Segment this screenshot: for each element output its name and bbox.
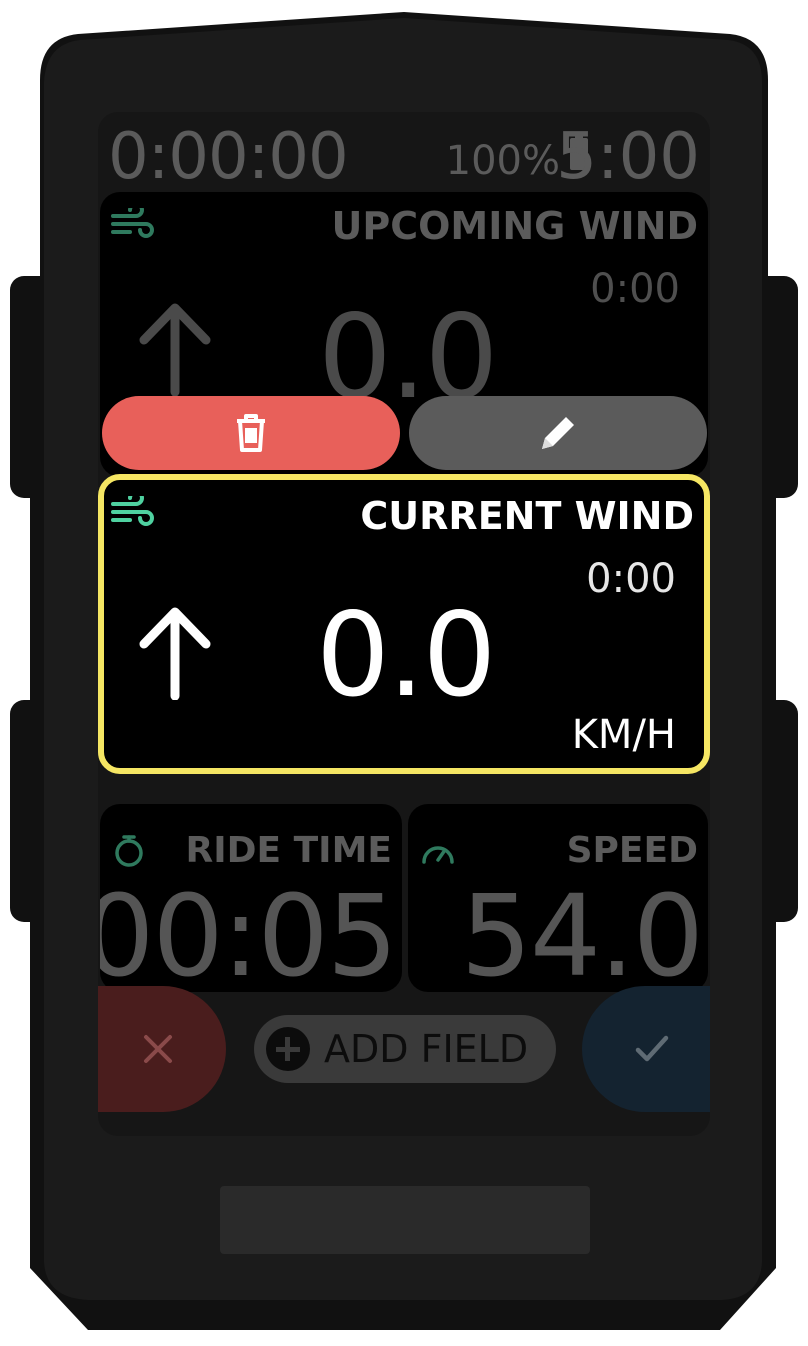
field-label: SPEED (566, 830, 698, 871)
field-ride-time[interactable]: RIDE TIME 00:05 (100, 804, 402, 992)
confirm-button[interactable] (582, 986, 710, 1112)
speedometer-icon (422, 846, 454, 864)
field-speed[interactable]: SPEED 54.0 (408, 804, 708, 992)
field-subtime: 0:00 (590, 266, 680, 312)
edit-field-button[interactable] (409, 396, 707, 470)
field-label: RIDE TIME (185, 830, 393, 871)
field-value: 54.0 (460, 872, 704, 992)
status-bar: 0:00:00 100% 5:00 (98, 112, 710, 194)
elapsed-timer: 0:00:00 (108, 120, 349, 194)
close-icon (144, 1035, 172, 1063)
field-current-wind[interactable]: CURRENT WIND 0:00 0.0 KM/H (98, 474, 710, 774)
wind-icon (111, 496, 154, 526)
device-frame: 0:00:00 100% 5:00 UPCOMING WIND 0:00 0.0… (0, 0, 808, 1346)
trash-icon (237, 414, 265, 452)
wind-icon (111, 208, 154, 238)
add-field-label: ADD FIELD (324, 1027, 529, 1071)
battery-percent: 100% (445, 138, 560, 184)
cancel-button[interactable] (98, 986, 226, 1112)
field-label: CURRENT WIND (360, 494, 694, 538)
arrow-up-icon (139, 607, 211, 700)
field-value: 0.0 (316, 588, 496, 723)
field-subtime: 0:00 (586, 556, 676, 602)
screen: 0:00:00 100% 5:00 UPCOMING WIND 0:00 0.0… (98, 112, 710, 1136)
field-label: UPCOMING WIND (331, 204, 698, 248)
plus-circle-icon (266, 1027, 310, 1071)
delete-field-button[interactable] (102, 396, 400, 470)
stopwatch-icon (115, 835, 143, 867)
arrow-up-icon (139, 303, 211, 396)
clock: 5:00 (556, 120, 700, 194)
device-bottom-slot (220, 1186, 590, 1254)
pencil-icon (542, 417, 574, 449)
field-value: 00:05 (100, 872, 398, 992)
field-unit: KM/H (571, 712, 676, 758)
add-field-button[interactable]: ADD FIELD (254, 1015, 556, 1083)
check-icon (635, 1035, 669, 1062)
